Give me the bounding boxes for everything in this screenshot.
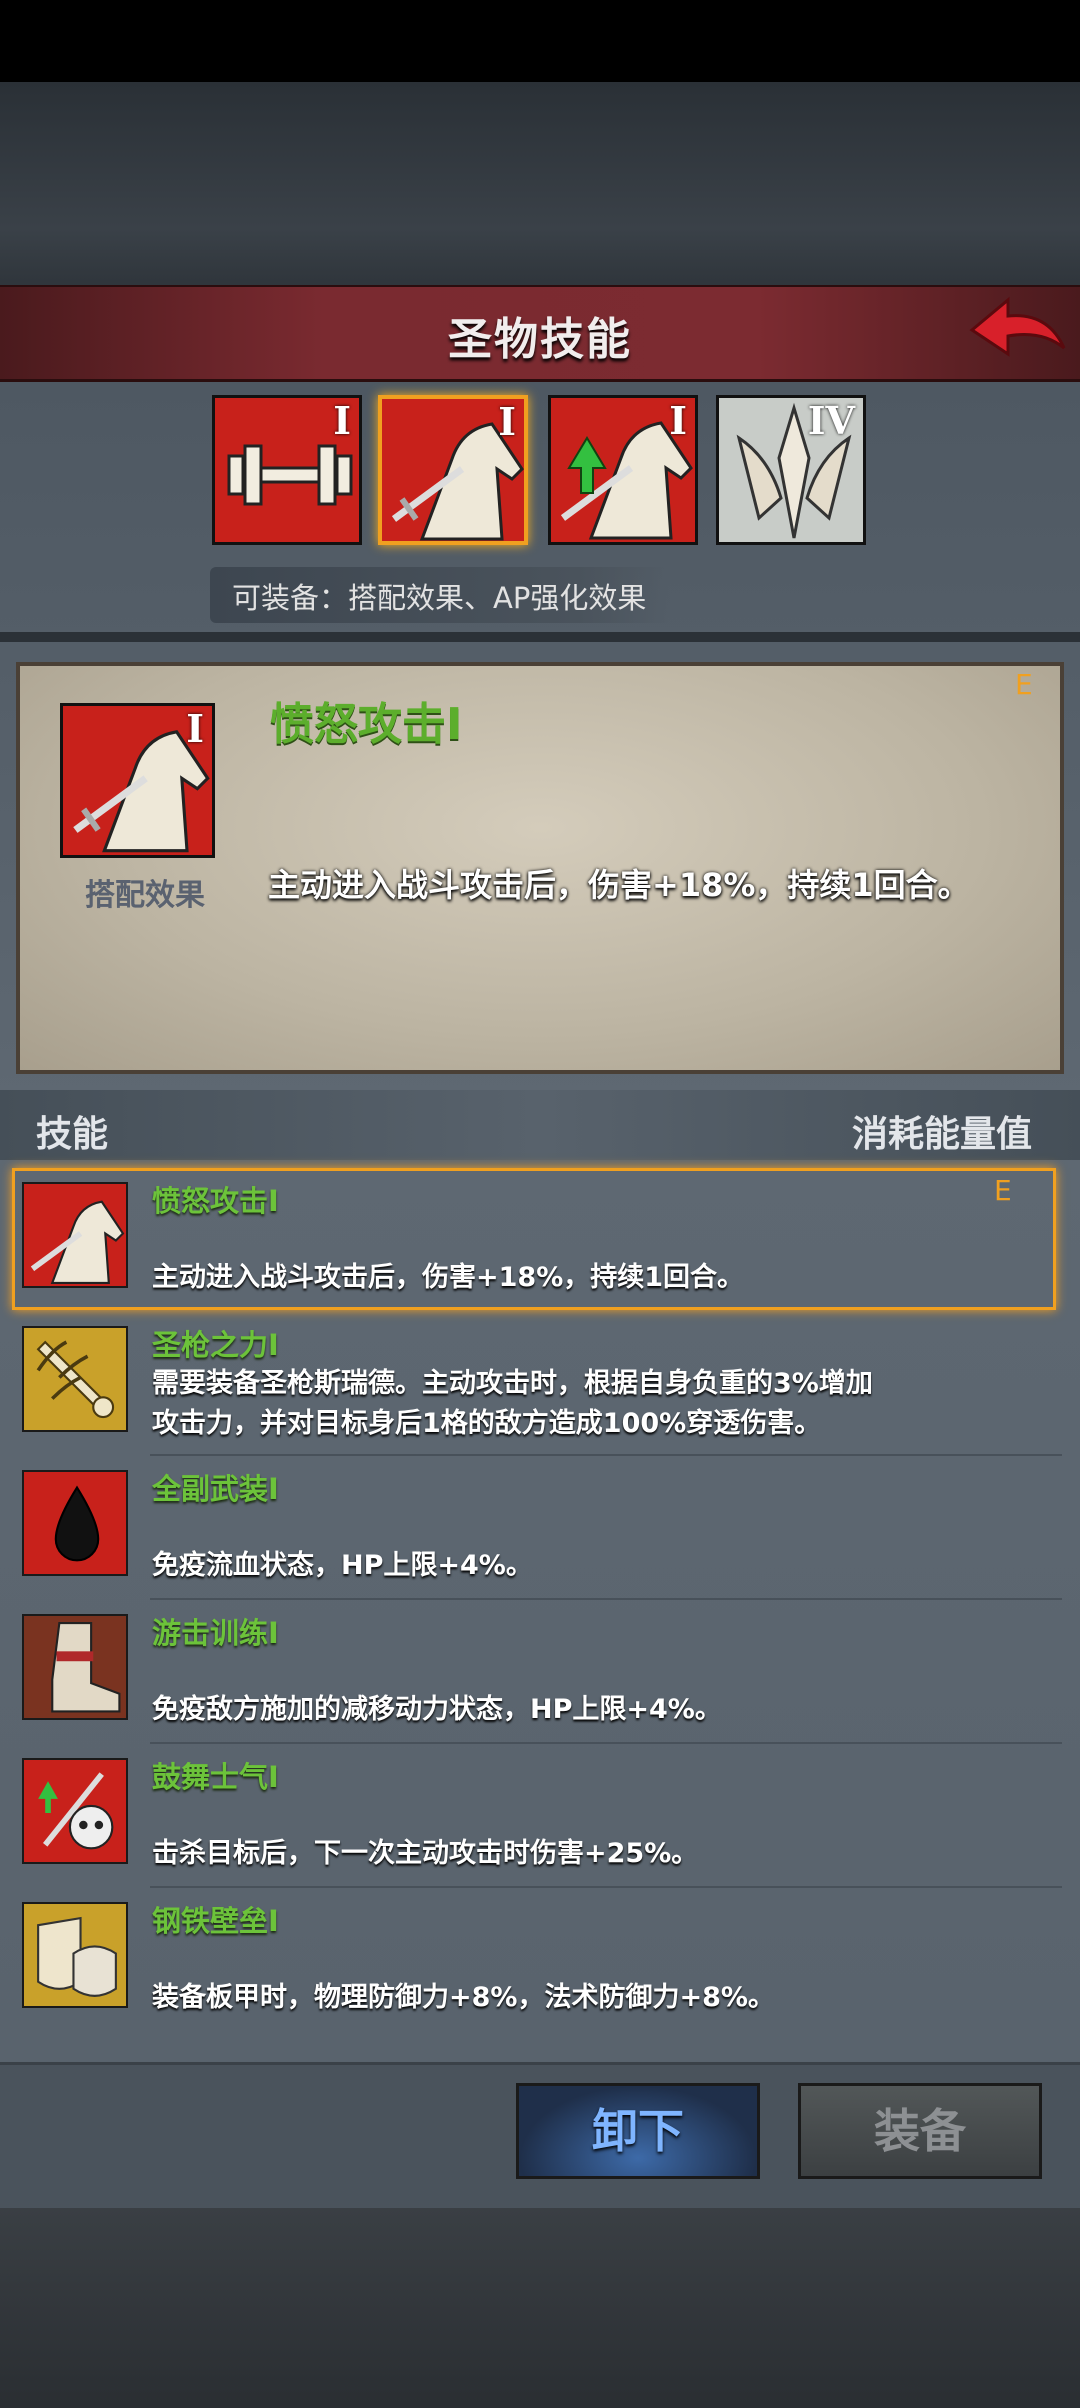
skill-description-line: 需要装备圣枪斯瑞德。主动攻击时，根据自身负重的3%增加 <box>152 1368 873 1399</box>
skill-row[interactable]: 全副武装I 免疫流血状态，HP上限+4%。 <box>0 1456 1080 1600</box>
skill-name: 圣枪之力I <box>152 1328 279 1362</box>
detail-tier-badge: E <box>1015 668 1033 701</box>
skill-tier-badge: E <box>994 1174 1012 1207</box>
section-divider <box>0 632 1080 642</box>
unequip-button[interactable]: 卸下 <box>516 2083 760 2179</box>
detail-icon-tier: I <box>186 706 204 751</box>
equip-hint-text: 可装备：搭配效果、AP强化效果 <box>232 581 647 615</box>
selected-row-highlight <box>12 1168 1056 1310</box>
relic-tier-label: IV <box>807 398 855 443</box>
detail-skill-name: 愤怒攻击I <box>270 699 463 750</box>
skill-description-line: 攻击力，并对目标身后1格的敌方造成100%穿透伤害。 <box>152 1408 822 1439</box>
bottom-background <box>0 2208 1080 2408</box>
skill-description: 击杀目标后，下一次主动攻击时伤害+25%。 <box>152 1838 699 1869</box>
equip-button[interactable]: 装备 <box>798 2083 1042 2179</box>
relic-slot-3[interactable]: I <box>548 395 698 545</box>
skill-row[interactable]: 游击训练I 免疫敌方施加的减移动力状态，HP上限+4%。 <box>0 1600 1080 1744</box>
relic-slot-4[interactable]: IV <box>716 395 866 545</box>
skill-row[interactable]: 钢铁壁垒I 装备板甲时，物理防御力+8%，法术防御力+8%。 <box>0 1888 1080 2032</box>
relic-slot-2[interactable]: I <box>378 395 528 545</box>
top-background <box>0 82 1080 292</box>
page-title: 圣物技能 <box>448 314 632 365</box>
skill-description: 免疫敌方施加的减移动力状态，HP上限+4%。 <box>152 1694 722 1725</box>
skill-name: 全副武装I <box>152 1472 279 1506</box>
holy-spear-icon <box>22 1326 128 1432</box>
energy-cost-column-label: 消耗能量值 <box>851 1114 1032 1155</box>
skill-column-label: 技能 <box>36 1114 109 1155</box>
shield-gauntlet-icon <box>22 1902 128 2008</box>
skull-sword-up-icon <box>22 1758 128 1864</box>
relic-tier-label: I <box>669 398 687 443</box>
detail-subtitle: 搭配效果 <box>85 878 205 913</box>
skill-row[interactable]: 圣枪之力I 需要装备圣枪斯瑞德。主动攻击时，根据自身负重的3%增加 攻击力，并对… <box>0 1312 1080 1456</box>
back-arrow-icon[interactable] <box>968 292 1068 372</box>
skill-name: 游击训练I <box>152 1616 279 1650</box>
relic-tier-label: I <box>498 399 516 444</box>
skill-row[interactable]: 鼓舞士气I 击杀目标后，下一次主动攻击时伤害+25%。 <box>0 1744 1080 1888</box>
skill-name: 钢铁壁垒I <box>152 1904 279 1938</box>
skill-name: 鼓舞士气I <box>152 1760 279 1794</box>
skill-description: 免疫流血状态，HP上限+4%。 <box>152 1550 533 1581</box>
skill-description: 需要装备圣枪斯瑞德。主动攻击时，根据自身负重的3%增加 攻击力，并对目标身后1格… <box>152 1364 873 1444</box>
boot-icon <box>22 1614 128 1720</box>
blood-drop-icon <box>22 1470 128 1576</box>
relic-tier-label: I <box>333 398 351 443</box>
relic-slot-1[interactable]: I <box>212 395 362 545</box>
detail-skill-description: 主动进入战斗攻击后，伤害+18%，持续1回合。 <box>268 866 970 904</box>
detail-skill-icon: I <box>60 703 215 858</box>
skill-description: 装备板甲时，物理防御力+8%，法术防御力+8%。 <box>152 1982 775 2013</box>
